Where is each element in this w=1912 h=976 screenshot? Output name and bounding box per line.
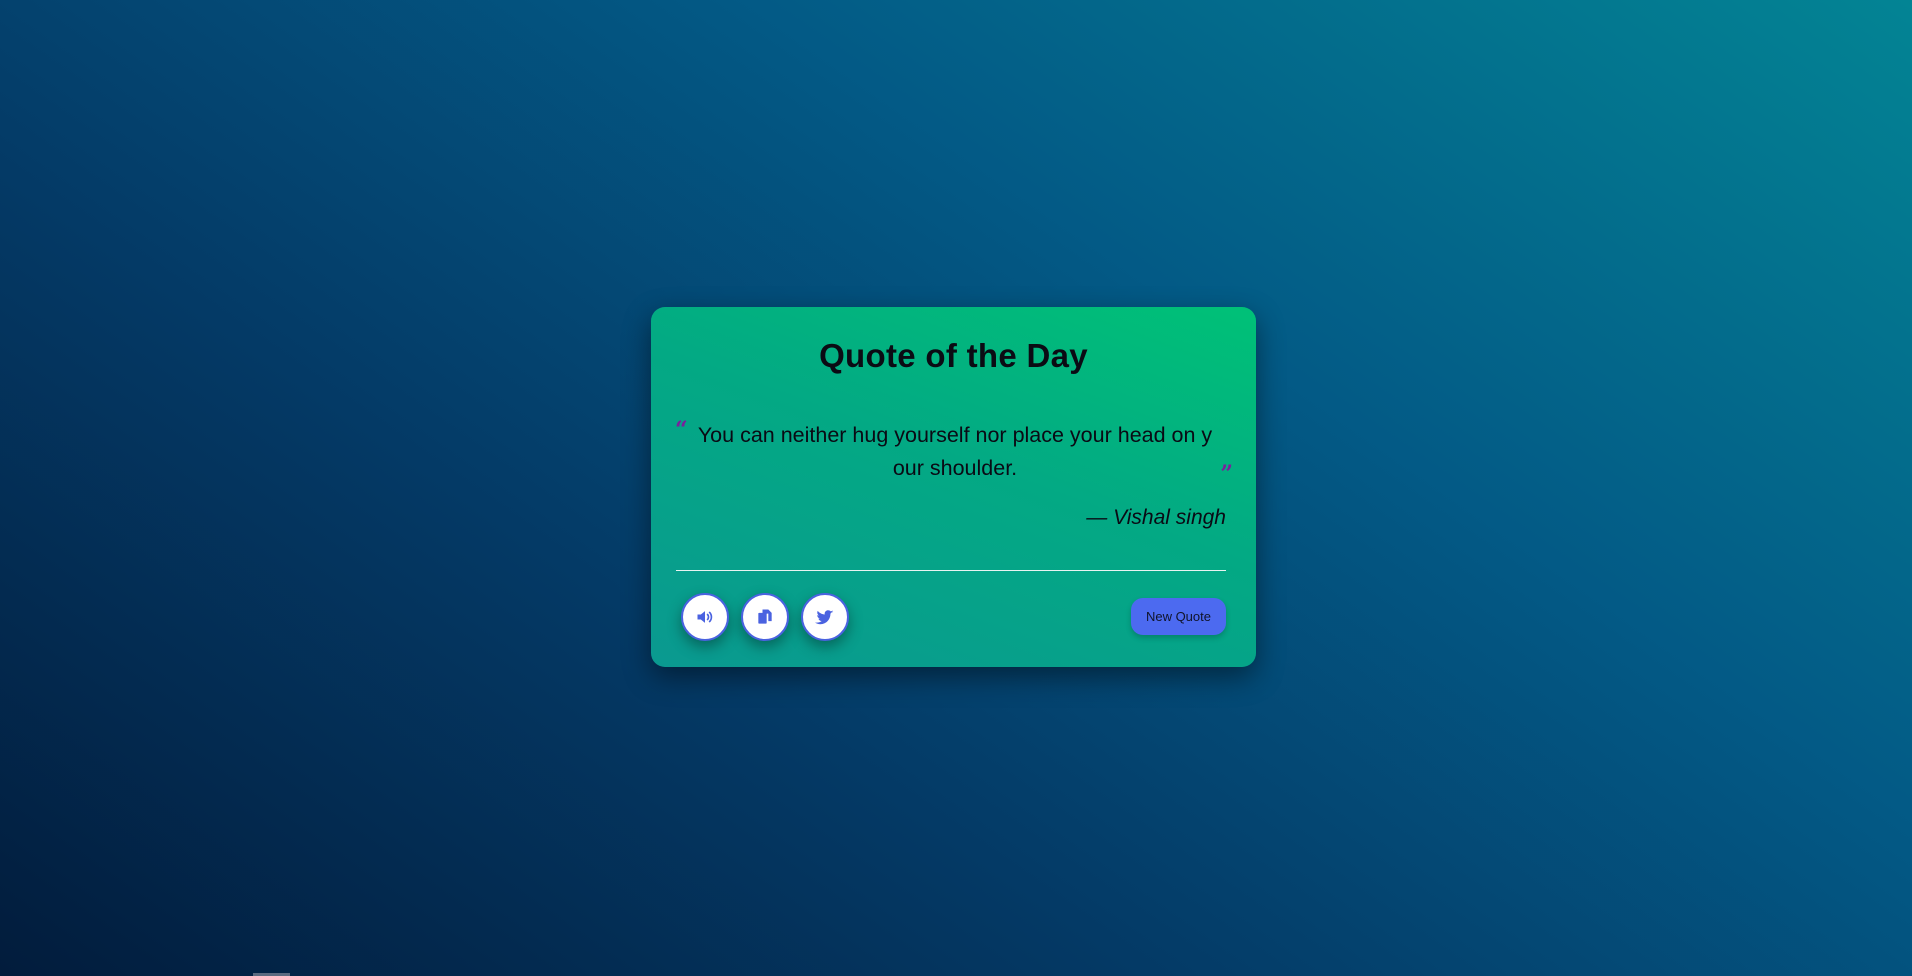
quote-card: Quote of the Day “ You can neither hug y… — [651, 307, 1256, 667]
close-quote-icon: ” — [1220, 461, 1233, 487]
new-quote-button[interactable]: New Quote — [1130, 598, 1226, 635]
card-title: Quote of the Day — [819, 337, 1088, 374]
quote-text: You can neither hug yourself nor place y… — [697, 423, 1213, 480]
open-quote-icon: “ — [675, 417, 688, 443]
copy-icon — [758, 609, 772, 624]
twitter-icon — [815, 610, 834, 625]
quote-area: “ You can neither hug yourself nor place… — [675, 419, 1233, 519]
speak-button[interactable] — [681, 593, 729, 641]
copy-button[interactable] — [741, 593, 789, 641]
divider — [676, 570, 1226, 571]
twitter-button[interactable] — [801, 593, 849, 641]
quote-author: — Vishal singh — [1086, 506, 1226, 529]
speaker-icon — [697, 611, 713, 623]
